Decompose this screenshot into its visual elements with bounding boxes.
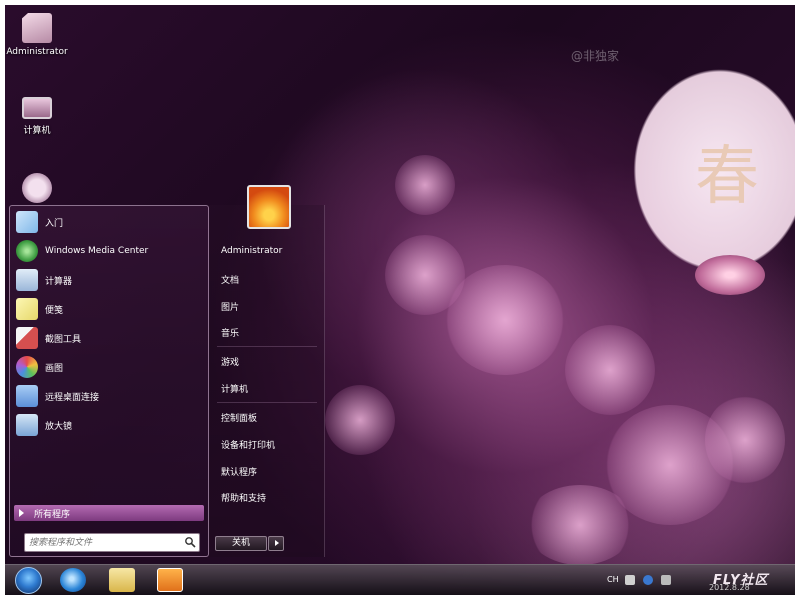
menu-separator	[217, 402, 317, 403]
shutdown-options-arrow[interactable]	[268, 536, 284, 551]
search-input[interactable]	[24, 533, 200, 552]
program-item-getting-started[interactable]: 入门	[16, 210, 202, 234]
user-avatar[interactable]	[247, 185, 291, 229]
program-label: 截图工具	[45, 334, 82, 345]
computer-icon	[22, 97, 52, 119]
remote-desktop-icon	[16, 385, 38, 407]
internet-explorer-icon[interactable]	[60, 568, 86, 592]
site-logo-date: 2012.8.28	[709, 583, 750, 592]
program-label: 便笺	[45, 305, 64, 316]
wallpaper-watermark: @非独家	[571, 49, 620, 63]
program-label: 放大镜	[45, 421, 73, 432]
program-label: 入门	[45, 218, 64, 229]
all-programs-button[interactable]: 所有程序	[14, 505, 204, 521]
program-item-media-center[interactable]: Windows Media Center	[16, 239, 202, 263]
calculator-icon	[16, 269, 38, 291]
lantern-character: 春	[695, 140, 759, 214]
sticky-notes-icon	[16, 298, 38, 320]
network-icon[interactable]	[661, 575, 671, 585]
desktop-icon-label: Administrator	[6, 47, 68, 57]
places-item-games[interactable]: 游戏	[221, 355, 239, 368]
blossom-decoration	[325, 385, 395, 455]
places-item-music[interactable]: 音乐	[221, 326, 239, 339]
blossom-decoration	[705, 395, 785, 485]
user-name-link[interactable]: Administrator	[221, 246, 282, 256]
magnifier-icon	[16, 414, 38, 436]
media-player-icon[interactable]	[157, 568, 183, 592]
blossom-decoration	[565, 325, 655, 415]
user-folder-icon	[22, 13, 52, 43]
places-item-control-panel[interactable]: 控制面板	[221, 411, 257, 424]
blossom-decoration	[445, 265, 565, 375]
places-item-default-programs[interactable]: 默认程序	[221, 465, 257, 478]
start-menu-programs-pane: 入门 Windows Media Center 计算器 便笺 截图工具 画图 远…	[9, 205, 209, 557]
keyboard-icon[interactable]	[625, 575, 635, 585]
program-label: 画图	[45, 363, 64, 374]
program-label: 计算器	[45, 276, 73, 287]
blossom-decoration	[525, 485, 635, 565]
program-item-sticky-notes[interactable]: 便笺	[16, 297, 202, 321]
program-item-calculator[interactable]: 计算器	[16, 268, 202, 292]
clock-gadget-icon	[22, 173, 52, 203]
desktop: @非独家 春 Administrator 计算机 入门 Windows Medi…	[5, 5, 795, 595]
explorer-folder-icon[interactable]	[109, 568, 135, 592]
snipping-tool-icon	[16, 327, 38, 349]
desktop-icon-label: 计算机	[23, 126, 51, 136]
desktop-icon-administrator[interactable]: Administrator	[5, 13, 69, 57]
program-item-magnifier[interactable]: 放大镜	[16, 413, 202, 437]
desktop-icon-computer[interactable]: 计算机	[5, 93, 69, 136]
search-icon[interactable]	[184, 536, 196, 548]
program-item-paint[interactable]: 画图	[16, 355, 202, 379]
places-item-help-support[interactable]: 帮助和支持	[221, 491, 266, 504]
menu-separator	[217, 346, 317, 347]
all-programs-label: 所有程序	[34, 509, 71, 520]
start-menu-places-pane: Administrator 文档 图片 音乐 游戏 计算机 控制面板 设备和打印…	[209, 205, 325, 557]
help-icon[interactable]	[643, 575, 653, 585]
paint-icon	[16, 356, 38, 378]
program-label: 远程桌面连接	[45, 392, 100, 403]
chevron-right-icon	[19, 509, 24, 517]
places-item-pictures[interactable]: 图片	[221, 300, 239, 313]
program-item-snipping-tool[interactable]: 截图工具	[16, 326, 202, 350]
getting-started-icon	[16, 211, 38, 233]
start-button[interactable]	[15, 567, 42, 594]
start-menu: 入门 Windows Media Center 计算器 便笺 截图工具 画图 远…	[9, 185, 325, 560]
media-center-icon	[16, 240, 38, 262]
lantern-base	[695, 255, 765, 295]
blossom-decoration	[395, 155, 455, 215]
places-item-computer[interactable]: 计算机	[221, 382, 248, 395]
program-label: Windows Media Center	[45, 246, 149, 256]
desktop-icon-clock[interactable]	[5, 173, 69, 207]
taskbar: CH	[5, 564, 795, 595]
tray-language[interactable]: CH	[607, 575, 619, 584]
shutdown-button[interactable]: 关机	[215, 536, 267, 551]
program-item-remote-desktop[interactable]: 远程桌面连接	[16, 384, 202, 408]
places-item-devices-printers[interactable]: 设备和打印机	[221, 438, 275, 451]
places-item-documents[interactable]: 文档	[221, 273, 239, 286]
